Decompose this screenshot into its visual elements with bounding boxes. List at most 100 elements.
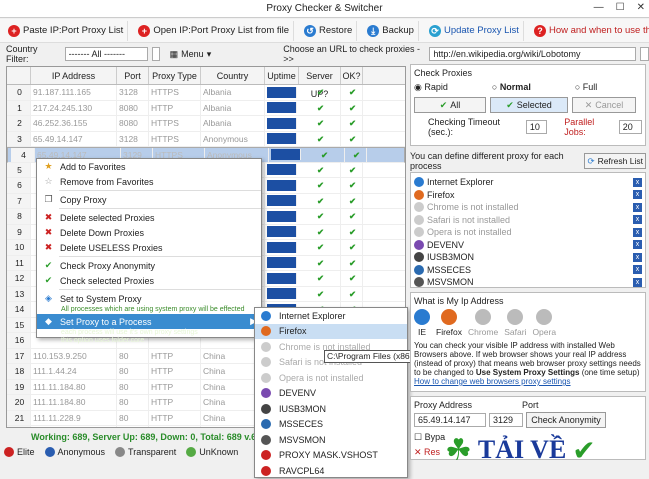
- menu-item[interactable]: ◈Set to System ProxyAll processes which …: [37, 291, 261, 314]
- submenu-item[interactable]: Firefox: [255, 324, 407, 340]
- menu-button[interactable]: ▦Menu▾: [170, 49, 212, 60]
- remove-icon[interactable]: x: [633, 240, 642, 249]
- menu-item[interactable]: ✖Delete USELESS Proxies: [37, 240, 261, 255]
- check-all-button[interactable]: ✔All: [414, 97, 486, 113]
- chevron-down-icon[interactable]: [640, 47, 649, 61]
- remove-icon[interactable]: x: [633, 265, 642, 274]
- cell-n: 22: [7, 426, 31, 428]
- browser-button[interactable]: Safari: [504, 309, 526, 337]
- uptime-bar: [267, 242, 297, 253]
- backup-button[interactable]: ⤓Backup: [363, 21, 419, 41]
- process-item[interactable]: Safari is not installedx: [414, 214, 642, 227]
- full-radio[interactable]: ○ Full: [575, 82, 597, 93]
- close-icon[interactable]: ✕: [637, 2, 645, 13]
- process-item[interactable]: MSVSMONx: [414, 276, 642, 289]
- column-header[interactable]: IP Address: [31, 67, 117, 84]
- submenu-item[interactable]: MSSECES: [255, 417, 407, 433]
- paste-button[interactable]: +Paste IP:Port Proxy List: [4, 21, 128, 41]
- cell-ip: 46.252.36.155: [31, 116, 117, 131]
- submenu-item[interactable]: DEVENV: [255, 386, 407, 402]
- timeout-stepper[interactable]: 10: [526, 120, 547, 134]
- browser-button[interactable]: Firefox: [436, 309, 462, 337]
- cell-n: 4: [11, 148, 35, 162]
- process-item[interactable]: Opera is not installedx: [414, 226, 642, 239]
- menu-item[interactable]: ✔Check Proxy Anonymity: [37, 258, 261, 273]
- remove-icon[interactable]: x: [633, 215, 642, 224]
- check-anonymity-button[interactable]: Check Anonymity: [526, 412, 606, 428]
- rapid-radio[interactable]: ◉ Rapid: [414, 82, 448, 93]
- proxy-port-field[interactable]: 3129: [489, 413, 523, 427]
- cell-port: 80: [117, 349, 149, 364]
- maximize-icon[interactable]: ☐: [616, 2, 625, 13]
- process-item[interactable]: Firefoxx: [414, 189, 642, 202]
- submenu-item[interactable]: RAVCPL64: [255, 463, 407, 479]
- column-header[interactable]: Server UP?: [299, 67, 341, 84]
- browser-button[interactable]: Chrome: [468, 309, 498, 337]
- submenu-item[interactable]: Internet Explorer: [255, 308, 407, 324]
- open-file-button[interactable]: +Open IP:Port Proxy List from file: [134, 21, 294, 41]
- remove-icon[interactable]: x: [633, 203, 642, 212]
- table-row[interactable]: 091.187.111.1653128HTTPSAlbania✔✔: [7, 85, 405, 101]
- menu-item[interactable]: ✖Delete selected Proxies: [37, 210, 261, 225]
- remove-icon[interactable]: x: [633, 178, 642, 187]
- cell-n: 6: [7, 178, 31, 193]
- remove-icon[interactable]: x: [633, 278, 642, 287]
- uptime-bar: [267, 257, 297, 268]
- help-icon: ?: [534, 25, 546, 37]
- restore-button[interactable]: ↺Restore: [300, 21, 357, 41]
- parallel-jobs-stepper[interactable]: 20: [619, 120, 642, 134]
- process-item[interactable]: DEVENVx: [414, 239, 642, 252]
- system-icon: ◈: [43, 293, 54, 304]
- ok-icon: ✔: [341, 178, 363, 193]
- ok-icon: ✔: [341, 85, 363, 100]
- menu-item[interactable]: ☆Remove from Favorites: [37, 174, 261, 189]
- menu-item[interactable]: ✔Check selected Proxies: [37, 273, 261, 288]
- normal-radio[interactable]: ○ Normal: [492, 82, 531, 93]
- table-row[interactable]: 246.252.36.1558080HTTPSAlbania✔✔: [7, 116, 405, 132]
- server-up-icon: ✔: [299, 85, 341, 100]
- country-filter-select[interactable]: ------- All -------: [65, 47, 148, 61]
- menu-item[interactable]: ★Add to Favorites: [37, 159, 261, 174]
- menu-item[interactable]: ✖Delete Down Proxies: [37, 225, 261, 240]
- check-selected-button[interactable]: ✔Selected: [490, 97, 568, 113]
- howto-link[interactable]: ?How and when to use this tool?: [530, 21, 649, 41]
- submenu-item[interactable]: Opera is not installed: [255, 370, 407, 386]
- column-header[interactable]: Port: [117, 67, 149, 84]
- column-header[interactable]: Uptime: [265, 67, 299, 84]
- process-item[interactable]: Chrome is not installedx: [414, 201, 642, 214]
- browser-button[interactable]: Opera: [532, 309, 556, 337]
- app-icon: [261, 419, 271, 429]
- proxy-address-field[interactable]: 65.49.14.147: [414, 413, 486, 427]
- cancel-button[interactable]: ✕Cancel: [572, 97, 636, 113]
- column-header[interactable]: Proxy Type: [149, 67, 201, 84]
- url-input[interactable]: http://en.wikipedia.org/wiki/Lobotomy: [429, 47, 636, 61]
- process-item[interactable]: MSSECESx: [414, 264, 642, 277]
- right-panel: Check Proxies ◉ Rapid ○ Normal ○ Full ✔A…: [410, 64, 646, 460]
- table-row[interactable]: 365.49.14.1473128HTTPSAnonymous✔✔: [7, 132, 405, 148]
- process-item[interactable]: IUSB3MONx: [414, 251, 642, 264]
- remove-icon[interactable]: x: [633, 228, 642, 237]
- cell-country: Albania: [201, 116, 265, 131]
- minimize-icon[interactable]: —: [594, 2, 604, 13]
- process-item[interactable]: Internet Explorerx: [414, 176, 642, 189]
- submenu-item[interactable]: IUSB3MON: [255, 401, 407, 417]
- app-icon: [261, 357, 271, 367]
- submenu-item[interactable]: MSVSMON: [255, 432, 407, 448]
- update-list-button[interactable]: ⟳Update Proxy List: [425, 21, 524, 41]
- remove-icon[interactable]: x: [633, 253, 642, 262]
- ok-icon: ✔: [345, 148, 367, 162]
- cell-n: 1: [7, 101, 31, 116]
- column-header[interactable]: OK?: [341, 67, 363, 84]
- submenu-item[interactable]: PROXY MASK.VSHOST: [255, 448, 407, 464]
- remove-icon[interactable]: x: [633, 190, 642, 199]
- column-header[interactable]: Country: [201, 67, 265, 84]
- cell-type: HTTP: [149, 411, 201, 426]
- browser-button[interactable]: IE: [414, 309, 430, 337]
- chevron-down-icon[interactable]: [152, 47, 160, 61]
- howto-proxy-link[interactable]: How to change web browsers proxy setting…: [414, 377, 571, 386]
- menu-item[interactable]: ◆Set Proxy to a Process▶each process wil…: [37, 314, 261, 345]
- app-icon: [261, 326, 271, 336]
- menu-item[interactable]: ❐Copy Proxy: [37, 192, 261, 207]
- refresh-list-button[interactable]: ⟳Refresh List: [584, 153, 646, 169]
- table-row[interactable]: 1217.24.245.1308080HTTPAlbania✔✔: [7, 101, 405, 117]
